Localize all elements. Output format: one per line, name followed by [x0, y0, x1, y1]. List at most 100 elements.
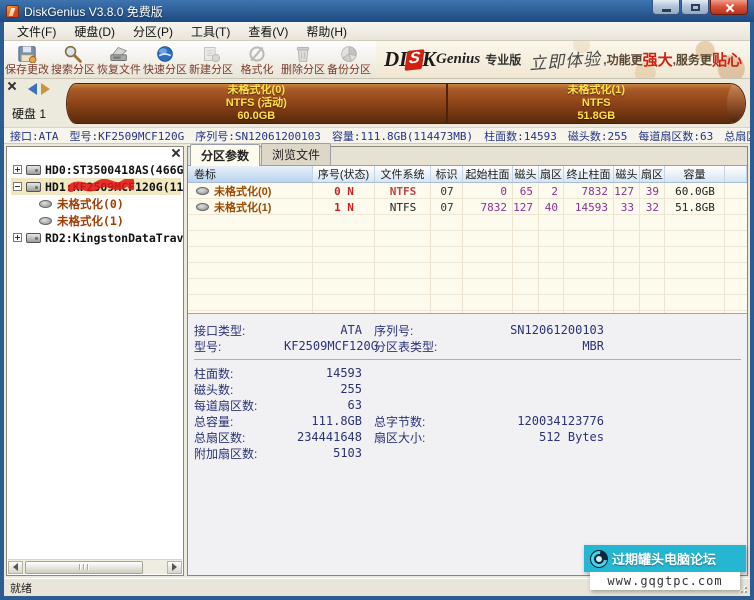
- column-header[interactable]: 终止柱面: [564, 166, 614, 182]
- column-header[interactable]: 序号(状态): [313, 166, 375, 182]
- menu-disk[interactable]: 硬盘(D): [65, 22, 124, 41]
- cell-status: 0 N: [313, 185, 375, 198]
- tree-item-partition-1[interactable]: 未格式化(1): [11, 212, 181, 229]
- delete-partition-button[interactable]: 删除分区: [280, 41, 326, 78]
- cell-end-head: 127: [614, 185, 640, 198]
- detail-row: 附加扇区数: 5103: [194, 445, 747, 461]
- column-header[interactable]: 标识: [431, 166, 463, 182]
- cell-id: 07: [431, 185, 463, 198]
- forum-logo-icon: [590, 550, 608, 568]
- ad-slogan-script: 立即体验: [528, 45, 602, 75]
- column-header[interactable]: 磁头: [513, 166, 539, 182]
- minimize-button[interactable]: [652, 0, 680, 15]
- menu-file[interactable]: 文件(F): [8, 22, 65, 41]
- detail-value: KF2509MCF120G: [284, 339, 362, 353]
- tree-item-hd1[interactable]: HD1:KF2509MCF120G(112GB): [11, 178, 181, 195]
- tree-item-rd2[interactable]: RD2:KingstonDataTraveler2: [11, 229, 181, 246]
- partition-segment-1[interactable]: 未格式化(1) NTFS 51.8GB: [448, 84, 745, 123]
- partition-size: 51.8GB: [577, 110, 615, 123]
- collapse-icon[interactable]: [13, 182, 22, 191]
- partition-name: 未格式化(1): [568, 84, 625, 97]
- tab-partition-parameters[interactable]: 分区参数: [190, 144, 260, 166]
- column-header[interactable]: 卷标: [188, 166, 313, 182]
- quick-partition-button[interactable]: 快速分区: [142, 41, 188, 78]
- column-header[interactable]: 扇区: [640, 166, 665, 182]
- cell-filesystem: NTFS: [375, 185, 431, 198]
- tree-item-partition-0[interactable]: 未格式化(0): [11, 195, 181, 212]
- ad-slogan-text: ,服务更: [673, 51, 712, 68]
- info-capacity: 容量:111.8GB(114473MB): [332, 128, 473, 144]
- ad-brand-s: S: [405, 49, 425, 71]
- minimize-icon: [662, 9, 671, 12]
- next-disk-icon[interactable]: [41, 83, 50, 95]
- cell-start-sector: 40: [539, 201, 564, 214]
- cell-end-sector: 39: [640, 185, 665, 198]
- partition-segment-0[interactable]: 未格式化(0) NTFS (活动) 60.0GB: [67, 84, 448, 123]
- detail-label: 序列号:: [374, 322, 484, 339]
- menu-help[interactable]: 帮助(H): [297, 22, 356, 41]
- detail-value: 5103: [284, 446, 362, 460]
- column-header[interactable]: 磁头: [614, 166, 640, 182]
- cell-filesystem: NTFS: [375, 201, 431, 214]
- tree-item-hd0[interactable]: HD0:ST3500418AS(466GB): [11, 161, 181, 178]
- tab-browse-files[interactable]: 浏览文件: [261, 143, 331, 165]
- backup-partition-button[interactable]: 备份分区: [326, 41, 372, 78]
- partition-row-0[interactable]: 未格式化(0) 0 N NTFS 07 0 65 2 7832 127 39 6…: [188, 183, 747, 199]
- toolbar-label: 格式化: [241, 64, 274, 77]
- close-button[interactable]: [710, 0, 748, 15]
- tree-item-label: HD1:KF2509MCF120G(112GB): [45, 180, 184, 194]
- diskgenius-window: DiskGenius V3.8.0 免费版 文件(F) 硬盘(D) 分区(P) …: [0, 0, 754, 600]
- new-partition-button[interactable]: 新建分区: [188, 41, 234, 78]
- prev-disk-icon[interactable]: [28, 83, 37, 95]
- search-partition-button[interactable]: 搜索分区: [50, 41, 96, 78]
- column-header[interactable]: 起始柱面: [463, 166, 513, 182]
- column-header[interactable]: 扇区: [539, 166, 564, 182]
- recover-files-button[interactable]: 恢复文件: [96, 41, 142, 78]
- tree-horizontal-scrollbar[interactable]: [8, 559, 182, 574]
- menu-view[interactable]: 查看(V): [239, 22, 297, 41]
- disk-tree: HD0:ST3500418AS(466GB) HD1:KF2509MCF120G…: [7, 147, 183, 246]
- cell-start-head: 65: [513, 185, 539, 198]
- tree-item-label: RD2:KingstonDataTraveler2: [45, 231, 184, 245]
- detail-value: 255: [284, 382, 362, 396]
- tree-panel-close-icon[interactable]: [172, 149, 180, 157]
- cell-start-sector: 2: [539, 185, 564, 198]
- scroll-left-button[interactable]: [8, 561, 23, 574]
- ad-brand-k: K: [422, 47, 436, 72]
- delete-partition-icon: [294, 44, 312, 64]
- cell-capacity: 60.0GB: [665, 185, 725, 198]
- main-area: HD0:ST3500418AS(466GB) HD1:KF2509MCF120G…: [4, 144, 750, 578]
- watermark-title: 过期罐头电脑论坛: [612, 549, 716, 568]
- toolbar: 保存更改 搜索分区 恢复文件 快速分区 新建分区: [4, 41, 750, 79]
- column-header[interactable]: 容量: [665, 166, 725, 182]
- detail-value: 63: [284, 398, 362, 412]
- disk-panel-close-icon[interactable]: [8, 82, 16, 90]
- menu-partition[interactable]: 分区(P): [124, 22, 182, 41]
- toolbar-label: 快速分区: [143, 64, 187, 77]
- toolbar-label: 搜索分区: [51, 64, 95, 77]
- expand-icon[interactable]: [13, 233, 22, 242]
- maximize-icon: [691, 4, 700, 11]
- backup-partition-icon: [339, 44, 359, 64]
- save-changes-button[interactable]: 保存更改: [4, 41, 50, 78]
- window-controls: [651, 0, 748, 15]
- expand-icon[interactable]: [13, 165, 22, 174]
- partition-fs: NTFS: [582, 97, 611, 110]
- cell-id: 07: [431, 201, 463, 214]
- detail-label: 扇区大小:: [374, 429, 484, 446]
- disk-info-line: 接口:ATA 型号:KF2509MCF120G 序列号:SN1206120010…: [4, 128, 750, 144]
- menu-tools[interactable]: 工具(T): [182, 22, 239, 41]
- partition-icon: [39, 217, 52, 225]
- column-header[interactable]: 文件系统: [375, 166, 431, 182]
- partition-row-1[interactable]: 未格式化(1) 1 N NTFS 07 7832 127 40 14593 33…: [188, 199, 747, 215]
- scrollbar-thumb[interactable]: [25, 561, 143, 574]
- maximize-button[interactable]: [681, 0, 709, 15]
- title-bar: DiskGenius V3.8.0 免费版: [0, 0, 754, 22]
- quick-partition-icon: [155, 44, 175, 64]
- scroll-right-button[interactable]: [167, 561, 182, 574]
- ad-banner[interactable]: DISKGenius 专业版 立即体验 ,功能更强大,服务更贴心: [376, 41, 750, 78]
- detail-label: 总容量:: [194, 413, 284, 430]
- format-button[interactable]: 格式化: [234, 41, 280, 78]
- column-header-filler: [725, 166, 747, 182]
- watermark-url-box: www.gqgtpc.com: [590, 572, 740, 590]
